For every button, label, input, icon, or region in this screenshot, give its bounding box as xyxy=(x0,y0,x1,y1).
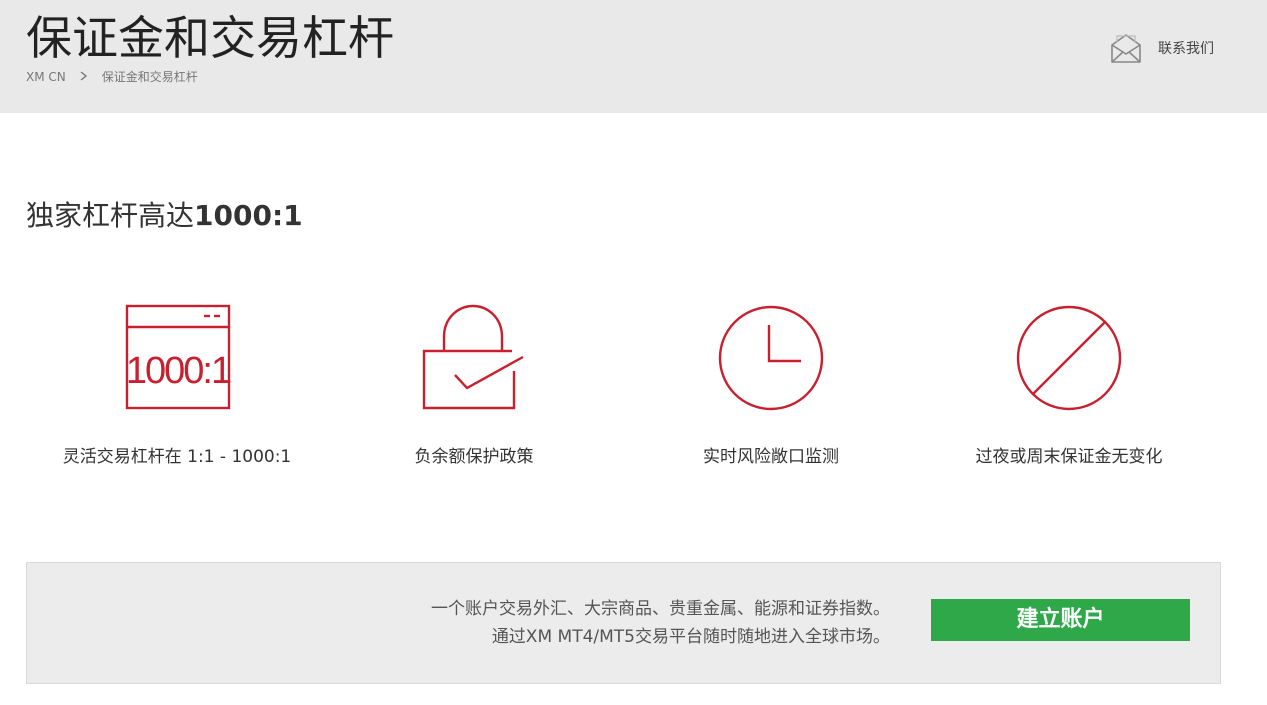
page-title: 保证金和交易杠杆 xyxy=(26,11,394,65)
chevron-right-icon xyxy=(80,69,90,85)
lock-check-icon xyxy=(422,304,524,410)
page-header: 保证金和交易杠杆 XM CN 保证金和交易杠杆 联系我们 xyxy=(0,0,1267,113)
clock-icon xyxy=(718,305,824,411)
cta-banner: 一个账户交易外汇、大宗商品、贵重金属、能源和证券指数。 通过XM MT4/MT5… xyxy=(26,562,1221,684)
breadcrumb-current: 保证金和交易杠杆 xyxy=(101,70,198,84)
feature-label: 灵活交易杠杆在 1:1 - 1000:1 xyxy=(62,447,292,467)
envelope-icon xyxy=(1111,34,1141,63)
feature-label: 实时风险敞口监测 xyxy=(703,447,839,467)
cta-text: 一个账户交易外汇、大宗商品、贵重金属、能源和证券指数。 通过XM MT4/MT5… xyxy=(431,595,890,651)
open-account-button[interactable]: 建立账户 xyxy=(931,599,1190,641)
feature-realtime-risk-monitoring: 实时风险敞口监测 xyxy=(641,303,901,469)
section-title-strong: 1000:1 xyxy=(194,199,303,232)
no-sign-icon xyxy=(1016,305,1122,411)
contact-us-label: 联系我们 xyxy=(1158,41,1214,57)
cta-line-2: 通过XM MT4/MT5交易平台随时随地进入全球市场。 xyxy=(491,627,890,647)
leverage-icon-text: 1000:1 xyxy=(126,350,231,392)
breadcrumb: XM CN 保证金和交易杠杆 xyxy=(26,69,198,85)
section-title: 独家杠杆高达1000:1 xyxy=(26,196,303,236)
feature-no-margin-change: 过夜或周末保证金无变化 xyxy=(939,303,1199,469)
leverage-window-icon: 1000:1 xyxy=(125,304,232,410)
feature-label: 过夜或周末保证金无变化 xyxy=(975,447,1163,467)
breadcrumb-home-link[interactable]: XM CN xyxy=(26,69,66,85)
feature-flexible-leverage: 1000:1 灵活交易杠杆在 1:1 - 1000:1 xyxy=(47,303,307,469)
feature-negative-balance-protection: 负余额保护政策 xyxy=(344,303,604,469)
feature-label: 负余额保护政策 xyxy=(414,447,534,467)
contact-us-link[interactable]: 联系我们 xyxy=(1110,32,1214,64)
section-title-prefix: 独家杠杆高达 xyxy=(26,199,195,232)
cta-line-1: 一个账户交易外汇、大宗商品、贵重金属、能源和证券指数。 xyxy=(431,599,890,619)
